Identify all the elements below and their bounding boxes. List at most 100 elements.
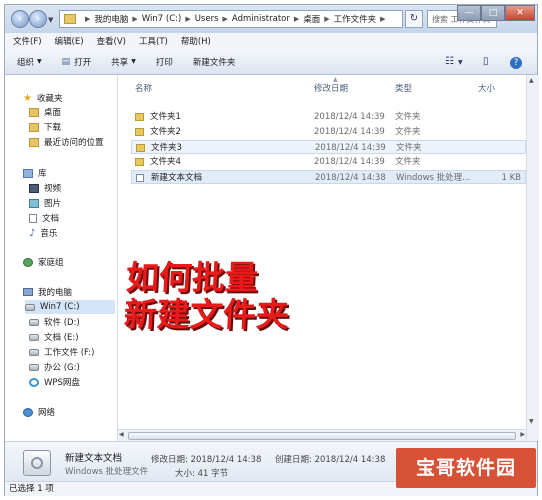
chevron-right-icon[interactable]: ▶ — [324, 15, 329, 23]
menu-bar: 文件(F) 编辑(E) 查看(V) 工具(T) 帮助(H) — [5, 33, 537, 49]
file-row[interactable]: 文件夹4 2018/12/4 14:39 文件夹 — [131, 155, 526, 169]
share-button[interactable]: 共享 ▼ — [111, 56, 136, 68]
file-name: 文件夹1 — [150, 112, 181, 122]
preview-pane-icon[interactable]: ▯ — [483, 56, 489, 67]
minimize-button[interactable]: — — [457, 5, 481, 21]
title-bar: ‹ › ▼ ▶ 我的电脑 ▶ Win7 (C:) ▶ Users ▶ Admin… — [5, 5, 537, 33]
nav-documents[interactable]: 文档 — [29, 211, 59, 225]
nav-drive-c[interactable]: Win7 (C:) — [25, 300, 115, 314]
file-row[interactable]: 文件夹2 2018/12/4 14:39 文件夹 — [131, 125, 526, 139]
refresh-button[interactable]: ↻ — [405, 10, 423, 28]
organize-label: 组织 — [17, 57, 35, 68]
nav-label: Win7 (C:) — [40, 302, 80, 312]
nav-videos[interactable]: 视频 — [29, 181, 61, 195]
file-row[interactable]: 文件夹3 2018/12/4 14:39 文件夹 — [131, 140, 526, 154]
file-name: 文件夹3 — [151, 143, 182, 153]
view-options-icon[interactable]: ☷ — [445, 56, 454, 67]
new-folder-button[interactable]: 新建文件夹 — [193, 56, 236, 68]
chevron-right-icon[interactable]: ▶ — [294, 15, 299, 23]
organize-button[interactable]: 组织 ▼ — [17, 56, 42, 68]
file-type: Windows 批处理... — [396, 173, 471, 183]
nav-homegroup[interactable]: 家庭组 — [23, 255, 64, 269]
nav-drive-f[interactable]: 工作文件 (F:) — [29, 345, 94, 359]
file-row[interactable]: 新建文本文档 2018/12/4 14:38 Windows 批处理... 1 … — [131, 170, 526, 184]
drive-icon — [29, 363, 39, 371]
nav-drive-d[interactable]: 软件 (D:) — [29, 315, 80, 329]
breadcrumb-work-folder[interactable]: 工作文件夹 — [334, 13, 377, 25]
scrollbar-thumb[interactable] — [128, 432, 516, 440]
breadcrumb-drive-c[interactable]: Win7 (C:) — [142, 14, 182, 24]
file-row[interactable]: 文件夹1 2018/12/4 14:39 文件夹 — [131, 110, 526, 124]
breadcrumb-computer[interactable]: 我的电脑 — [94, 13, 128, 25]
address-bar[interactable]: ▶ 我的电脑 ▶ Win7 (C:) ▶ Users ▶ Administrat… — [59, 10, 403, 28]
scroll-right-icon[interactable]: ▶ — [520, 431, 525, 438]
nav-label: 收藏夹 — [36, 94, 63, 104]
menu-file[interactable]: 文件(F) — [13, 35, 42, 47]
file-type: 文件夹 — [395, 157, 421, 167]
nav-recent[interactable]: 最近访问的位置 — [29, 135, 104, 149]
nav-downloads[interactable]: 下载 — [29, 120, 61, 134]
column-header-date[interactable]: 修改日期 — [314, 81, 348, 95]
maximize-button[interactable]: □ — [481, 5, 505, 21]
file-date: 2018/12/4 14:38 — [315, 173, 386, 183]
nav-wps-drive[interactable]: WPS网盘 — [29, 375, 80, 389]
nav-computer[interactable]: 我的电脑 — [23, 285, 72, 299]
menu-tools[interactable]: 工具(T) — [139, 35, 168, 47]
open-label: 打开 — [74, 57, 92, 68]
forward-button[interactable]: › — [29, 10, 47, 28]
folder-icon — [135, 113, 144, 121]
explorer-window: ‹ › ▼ ▶ 我的电脑 ▶ Win7 (C:) ▶ Users ▶ Admin… — [4, 4, 539, 496]
nav-label: 工作文件 (F:) — [44, 348, 95, 358]
menu-view[interactable]: 查看(V) — [97, 35, 126, 47]
nav-desktop[interactable]: 桌面 — [29, 105, 61, 119]
nav-label: 视频 — [44, 184, 62, 194]
close-button[interactable]: ✕ — [505, 5, 535, 21]
nav-network[interactable]: 网络 — [23, 405, 55, 419]
scroll-up-icon[interactable]: ▲ — [529, 77, 534, 84]
breadcrumb-users[interactable]: Users — [195, 14, 219, 24]
recent-pages-dropdown-icon[interactable]: ▼ — [48, 16, 53, 24]
breadcrumb-administrator[interactable]: Administrator — [232, 14, 290, 24]
help-icon[interactable]: ? — [510, 57, 522, 69]
folder-icon — [64, 14, 76, 24]
column-header-name[interactable]: 名称 — [135, 81, 152, 95]
chevron-down-icon: ▼ — [37, 58, 42, 65]
content-area: ★ 收藏夹 桌面 下载 最近访问的位置 库 视频 图片 文档 ♪ 音乐 家庭组 我的… — [5, 75, 539, 442]
print-button[interactable]: 打印 — [156, 56, 173, 68]
file-size: 1 KB — [501, 173, 521, 183]
nav-label: 文档 (E:) — [44, 333, 79, 343]
scroll-left-icon[interactable]: ◀ — [119, 431, 124, 438]
breadcrumb-desktop[interactable]: 桌面 — [303, 13, 320, 25]
chevron-right-icon[interactable]: ▶ — [380, 15, 385, 23]
chevron-right-icon[interactable]: ▶ — [85, 15, 90, 23]
chevron-down-icon[interactable]: ▼ — [458, 59, 463, 66]
overlay-line: 新建文件夹 — [123, 295, 291, 334]
column-header-size[interactable]: 大小 — [478, 81, 495, 95]
chevron-right-icon[interactable]: ▶ — [223, 15, 228, 23]
nav-drive-g[interactable]: 办公 (G:) — [29, 360, 80, 374]
file-name: 文件夹4 — [150, 157, 181, 167]
nav-pictures[interactable]: 图片 — [29, 196, 61, 210]
scroll-down-icon[interactable]: ▼ — [529, 418, 534, 425]
menu-edit[interactable]: 编辑(E) — [55, 35, 84, 47]
back-button[interactable]: ‹ — [11, 10, 29, 28]
open-button[interactable]: ▤ 打开 — [62, 56, 92, 68]
nav-label: 我的电脑 — [38, 288, 73, 298]
nav-drive-e[interactable]: 文档 (E:) — [29, 330, 79, 344]
watermark-logo: 宝哥软件园 — [396, 448, 536, 488]
chevron-right-icon[interactable]: ▶ — [132, 15, 137, 23]
details-file-name: 新建文本文档 — [65, 453, 123, 464]
cloud-drive-icon — [29, 377, 39, 387]
file-date: 2018/12/4 14:39 — [314, 127, 385, 137]
vertical-scrollbar[interactable]: ▲ ▼ — [526, 75, 539, 441]
chevron-right-icon[interactable]: ▶ — [185, 15, 190, 23]
overlay-line: 如何批量 — [124, 258, 259, 297]
nav-favorites[interactable]: ★ 收藏夹 — [23, 91, 62, 105]
file-name: 新建文本文档 — [151, 173, 203, 183]
nav-music[interactable]: ♪ 音乐 — [29, 226, 57, 240]
column-header-type[interactable]: 类型 — [395, 81, 412, 95]
nav-libraries[interactable]: 库 — [23, 166, 47, 180]
folder-icon — [136, 144, 145, 152]
document-icon — [29, 213, 37, 223]
menu-help[interactable]: 帮助(H) — [181, 35, 211, 47]
